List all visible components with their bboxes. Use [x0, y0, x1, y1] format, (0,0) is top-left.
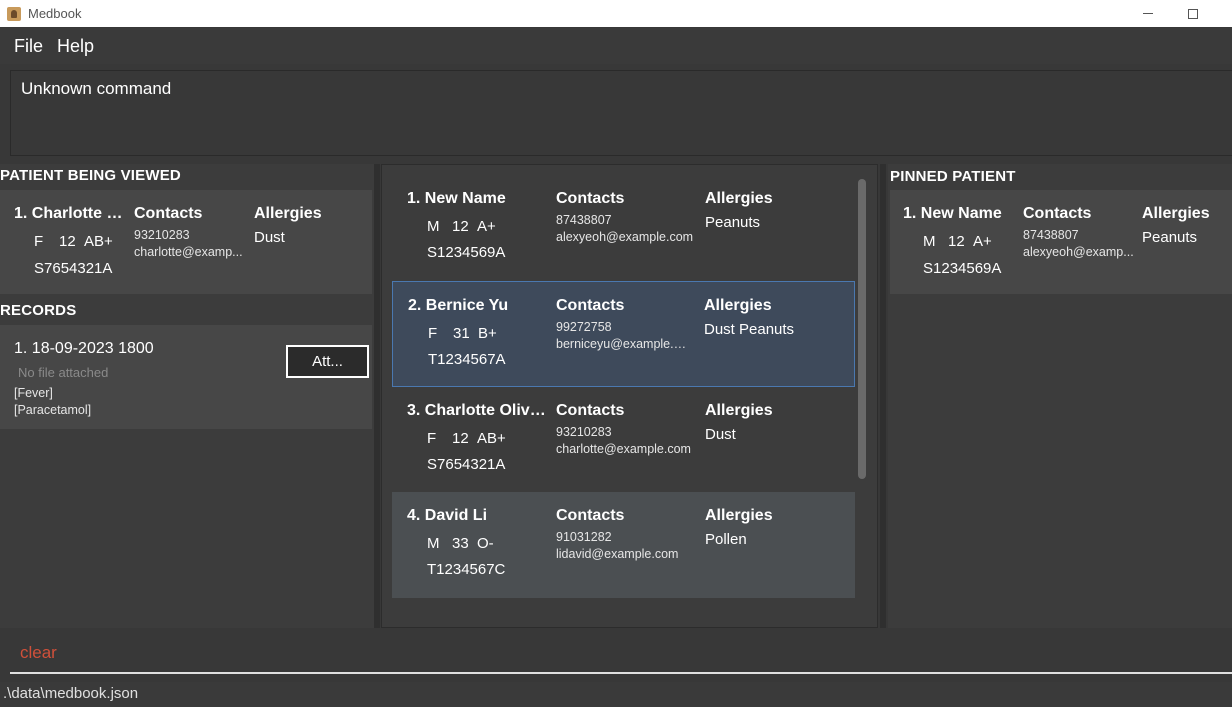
pinned-email: alexyeoh@examp... — [1023, 245, 1134, 259]
record-card[interactable]: 1. 18-09-2023 1800 No file attached [Fev… — [0, 325, 372, 429]
title-bar: Medbook — [0, 0, 1232, 27]
record-datetime: 1. 18-09-2023 1800 — [14, 340, 154, 357]
pinned-age: 12 — [948, 233, 965, 250]
patient-card[interactable]: 3. Charlotte Olive... F 12 AB+ S7654321A… — [392, 387, 855, 493]
splitter-left[interactable] — [374, 164, 380, 628]
patient-age: 12 — [452, 218, 469, 235]
viewed-phone: 93210283 — [134, 228, 190, 242]
viewed-nric: S7654321A — [34, 260, 113, 277]
maximize-icon — [1188, 8, 1198, 19]
patient-phone: 87438807 — [556, 213, 612, 227]
patient-allergies-label: Allergies — [705, 402, 773, 419]
patient-age: 31 — [453, 325, 470, 342]
patient-card-selected[interactable]: 2. Bernice Yu F 31 B+ T1234567A Contacts… — [392, 281, 855, 387]
patient-contacts-label: Contacts — [556, 190, 625, 207]
patient-email: charlotte@example.com — [556, 442, 691, 456]
patient-gender: F — [427, 430, 437, 447]
patient-nric: T1234567A — [428, 351, 506, 368]
splitter-right[interactable] — [880, 164, 886, 628]
patient-phone: 91031282 — [556, 530, 612, 544]
patient-gender: M — [427, 218, 440, 235]
patient-allergies: Dust Peanuts — [704, 321, 795, 338]
pinned-gender: M — [923, 233, 936, 250]
records-section-title: RECORDS — [0, 302, 77, 319]
patient-contacts-label: Contacts — [556, 297, 625, 314]
viewed-allergies: Dust — [254, 229, 285, 246]
patient-list-scrollbar[interactable] — [858, 179, 866, 479]
patient-allergies: Dust — [705, 426, 736, 443]
record-file-status: No file attached — [18, 365, 109, 380]
patient-name: 4. David Li — [407, 507, 488, 524]
patient-blood-type: AB+ — [477, 430, 506, 447]
patient-age: 33 — [452, 535, 469, 552]
viewed-patient-name: 1. Charlotte O... — [14, 205, 129, 222]
patient-name: 3. Charlotte Olive... — [407, 402, 547, 419]
status-bar-path: .\data\medbook.json — [0, 682, 1232, 707]
pinned-blood-type: A+ — [973, 233, 992, 250]
pinned-patient-name: 1. New Name — [903, 205, 1002, 222]
patient-allergies-label: Allergies — [705, 190, 773, 207]
viewed-allergies-label: Allergies — [254, 205, 322, 222]
pinned-contacts-label: Contacts — [1023, 205, 1092, 222]
patient-name: 2. Bernice Yu — [408, 297, 509, 314]
patient-nric: S7654321A — [427, 456, 506, 473]
maximize-button[interactable] — [1170, 0, 1216, 27]
patient-blood-type: A+ — [477, 218, 496, 235]
patient-allergies: Pollen — [705, 531, 747, 548]
patient-email: alexyeoh@example.com — [556, 230, 694, 244]
patient-list-panel: 1. New Name M 12 A+ S1234569A Contacts 8… — [381, 164, 878, 628]
patient-gender: F — [428, 325, 438, 342]
patient-contacts-label: Contacts — [556, 402, 625, 419]
patient-phone: 93210283 — [556, 425, 612, 439]
pinned-section-title: PINNED PATIENT — [890, 168, 1016, 185]
patient-blood-type: O- — [477, 535, 494, 552]
patient-allergies: Peanuts — [705, 214, 761, 231]
menu-bar: File Help — [0, 28, 1232, 64]
patient-age: 12 — [452, 430, 469, 447]
record-condition: [Fever] — [14, 386, 53, 400]
patient-allergies-label: Allergies — [704, 297, 772, 314]
patient-allergies-label: Allergies — [705, 507, 773, 524]
patient-blood-type: B+ — [478, 325, 497, 342]
pinned-phone: 87438807 — [1023, 228, 1079, 242]
left-panel: PATIENT BEING VIEWED 1. Charlotte O... F… — [0, 164, 374, 628]
minimize-button[interactable] — [1125, 0, 1171, 27]
viewed-gender: F — [34, 233, 44, 250]
record-medication: [Paracetamol] — [14, 403, 92, 417]
pinned-allergies-label: Allergies — [1142, 205, 1210, 222]
result-display[interactable]: Unknown command — [10, 70, 1232, 156]
patient-gender: M — [427, 535, 440, 552]
minimize-icon — [1143, 13, 1153, 14]
patient-email: berniceyu@example.c... — [556, 337, 690, 351]
menu-help[interactable]: Help — [50, 36, 101, 57]
attach-file-button[interactable]: Att... — [286, 345, 369, 378]
pinned-nric: S1234569A — [923, 260, 1002, 277]
viewed-section-title: PATIENT BEING VIEWED — [0, 167, 181, 184]
command-input[interactable]: clear — [10, 636, 1232, 674]
patient-nric: T1234567C — [427, 561, 506, 578]
patient-phone: 99272758 — [556, 320, 612, 334]
patient-nric: S1234569A — [427, 244, 506, 261]
patient-email: lidavid@example.com — [556, 547, 679, 561]
patient-card[interactable]: 1. New Name M 12 A+ S1234569A Contacts 8… — [392, 175, 855, 281]
patient-contacts-label: Contacts — [556, 507, 625, 524]
pinned-allergies: Peanuts — [1142, 229, 1198, 246]
pinned-panel: PINNED PATIENT 1. New Name M 12 A+ S1234… — [888, 164, 1232, 628]
viewed-age: 12 — [59, 233, 76, 250]
patient-card[interactable]: 4. David Li M 33 O- T1234567C Contacts 9… — [392, 492, 855, 598]
window-title: Medbook — [28, 6, 82, 21]
patient-card-partial[interactable] — [392, 598, 855, 627]
viewed-blood-type: AB+ — [84, 233, 113, 250]
viewed-contacts-label: Contacts — [134, 205, 203, 222]
viewed-patient-card[interactable]: 1. Charlotte O... F 12 AB+ S7654321A Con… — [0, 190, 372, 294]
patient-name: 1. New Name — [407, 190, 506, 207]
viewed-email: charlotte@examp... — [134, 245, 243, 259]
app-icon — [7, 6, 21, 21]
menu-file[interactable]: File — [7, 36, 50, 57]
pinned-patient-card[interactable]: 1. New Name M 12 A+ S1234569A Contacts 8… — [890, 190, 1232, 294]
